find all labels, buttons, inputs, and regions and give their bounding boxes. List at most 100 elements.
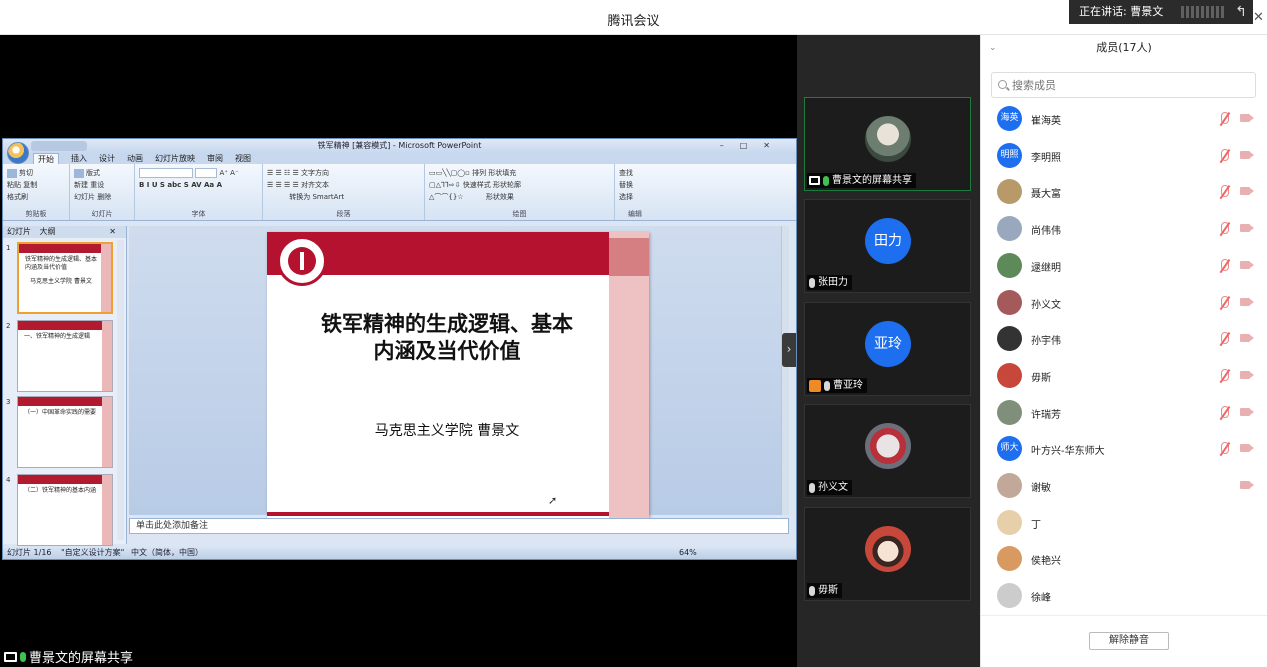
member-row[interactable]: 徐峰: [981, 578, 1267, 615]
search-input[interactable]: [991, 72, 1256, 98]
font-size-combo[interactable]: [195, 168, 218, 178]
mic-muted-icon[interactable]: [1221, 332, 1229, 345]
unmute-all-button[interactable]: 解除静音: [1089, 632, 1169, 650]
member-row[interactable]: 海英 崔海英: [981, 101, 1267, 138]
video-tile[interactable]: 曹景文的屏幕共享: [804, 97, 971, 191]
tab-view[interactable]: 视图: [235, 153, 251, 164]
mic-muted-icon[interactable]: [1221, 442, 1229, 455]
arrange-button[interactable]: 排列: [472, 169, 486, 177]
member-row[interactable]: 孙宇伟: [981, 321, 1267, 358]
reset-button[interactable]: 重设: [90, 181, 104, 189]
shape-effect-button[interactable]: 形状效果: [486, 193, 514, 201]
member-row[interactable]: 孙义文: [981, 285, 1267, 322]
format-painter-button[interactable]: 格式刷: [7, 193, 28, 201]
ppt-window-controls[interactable]: –□✕: [720, 139, 786, 153]
camera-off-icon[interactable]: [1240, 150, 1254, 159]
tab-home[interactable]: 开始: [33, 153, 59, 164]
mic-muted-icon[interactable]: [1221, 112, 1229, 124]
cut-button[interactable]: 剪切: [19, 169, 33, 177]
smartart-button[interactable]: 转换为 SmartArt: [289, 193, 344, 201]
camera-off-icon[interactable]: [1240, 224, 1254, 233]
mic-icon: [20, 651, 26, 662]
mic-muted-icon[interactable]: [1221, 405, 1229, 418]
camera-off-icon[interactable]: [1240, 260, 1254, 269]
member-row[interactable]: 侯艳兴: [981, 541, 1267, 578]
close-icon[interactable]: ✕: [109, 226, 116, 238]
camera-off-icon[interactable]: [1240, 370, 1254, 379]
mic-muted-icon[interactable]: [1221, 295, 1229, 308]
align-text-button[interactable]: 对齐文本: [301, 181, 329, 189]
camera-off-icon[interactable]: [1240, 297, 1254, 306]
new-slide-button-2[interactable]: 幻灯片: [74, 193, 95, 201]
tab-slideshow[interactable]: 幻灯片放映: [155, 153, 195, 164]
new-slide-icon[interactable]: [74, 168, 84, 178]
tab-outline[interactable]: 大纲: [40, 227, 56, 236]
member-name: 徐峰: [1031, 593, 1051, 605]
camera-off-icon[interactable]: [1240, 187, 1254, 196]
tab-animation[interactable]: 动画: [127, 153, 143, 164]
font-name-combo[interactable]: [139, 168, 193, 178]
mic-muted-icon[interactable]: [1221, 258, 1229, 271]
thumbnail-scrollbar[interactable]: [117, 240, 124, 540]
slide-thumbnail[interactable]: 一、铁军精神的生成逻辑: [17, 320, 113, 392]
tab-review[interactable]: 审阅: [207, 153, 223, 164]
video-tile[interactable]: 毋斯: [804, 507, 971, 601]
chevron-right-icon[interactable]: ›: [782, 333, 796, 367]
video-tile[interactable]: 田力 张田力: [804, 199, 971, 293]
mic-muted-icon[interactable]: [1221, 148, 1229, 161]
mic-muted-icon[interactable]: [1221, 368, 1229, 381]
paste-icon[interactable]: [7, 168, 17, 178]
close-icon[interactable]: ✕: [1253, 10, 1264, 25]
text-direction-button[interactable]: 文字方向: [301, 169, 329, 177]
camera-off-icon[interactable]: [1240, 114, 1254, 122]
tile-name: 毋斯: [807, 583, 842, 598]
ppt-title: 铁军精神 [兼容模式] - Microsoft PowerPoint: [317, 141, 482, 150]
office-button-icon[interactable]: [7, 142, 29, 164]
replace-button[interactable]: 替换: [619, 181, 633, 189]
shape-fill-button[interactable]: 形状填充: [488, 169, 516, 177]
member-row[interactable]: 明照 李明照: [981, 138, 1267, 175]
powerpoint-window[interactable]: 铁军精神 [兼容模式] - Microsoft PowerPoint –□✕ 开…: [2, 138, 797, 560]
notes-field[interactable]: 单击此处添加备注: [129, 518, 789, 534]
video-tile[interactable]: 亚玲 曹亚玲: [804, 302, 971, 396]
quick-styles-button[interactable]: 快速样式: [463, 181, 491, 189]
member-row[interactable]: 许瑞芳: [981, 395, 1267, 432]
current-slide[interactable]: 铁军精神的生成逻辑、基本 内涵及当代价值 马克思主义学院 曹景文 ➚: [267, 232, 649, 519]
camera-off-icon[interactable]: [1240, 444, 1254, 453]
ppt-body: 幻灯片 大纲 ✕ 1 铁军精神的生成逻辑、基本内涵及当代价值 马克思主义学院 曹…: [3, 222, 796, 548]
member-row[interactable]: 丁: [981, 505, 1267, 542]
video-tile[interactable]: 孙义文: [804, 404, 971, 498]
member-row[interactable]: 谢敏: [981, 468, 1267, 505]
camera-off-icon[interactable]: [1240, 407, 1254, 416]
new-slide-button[interactable]: 新建: [74, 181, 88, 189]
mic-muted-icon[interactable]: [1221, 222, 1229, 235]
tab-insert[interactable]: 插入: [71, 153, 87, 164]
copy-button[interactable]: 复制: [23, 181, 37, 189]
quick-access-toolbar[interactable]: [31, 141, 87, 151]
screen-share-icon: [809, 176, 820, 185]
back-arrow-icon[interactable]: ↰: [1235, 0, 1247, 24]
paste-button[interactable]: 粘贴: [7, 181, 21, 189]
camera-off-icon[interactable]: [1240, 334, 1254, 343]
slide-thumbnail[interactable]: （二）铁军精神的基本内涵: [17, 474, 113, 546]
select-button[interactable]: 选择: [619, 193, 633, 201]
delete-button[interactable]: 删除: [97, 193, 111, 201]
slide-thumbnail[interactable]: 铁军精神的生成逻辑、基本内涵及当代价值 马克思主义学院 曹景文: [17, 242, 113, 314]
member-row[interactable]: 尚伟伟: [981, 211, 1267, 248]
chevron-down-icon[interactable]: ⌄: [989, 35, 997, 61]
find-button[interactable]: 查找: [619, 169, 633, 177]
slide-scrollbar[interactable]: [781, 226, 789, 515]
member-row[interactable]: 逯继明: [981, 248, 1267, 285]
member-row[interactable]: 毋斯: [981, 358, 1267, 395]
shape-outline-button[interactable]: 形状轮廓: [493, 181, 521, 189]
slide-thumbnail[interactable]: （一）中国革命实践的需要: [17, 396, 113, 468]
zoom-level[interactable]: 64%: [679, 546, 697, 559]
member-row[interactable]: 聂大富: [981, 174, 1267, 211]
tab-design[interactable]: 设计: [99, 153, 115, 164]
member-row[interactable]: 师大 叶方兴-华东师大: [981, 431, 1267, 468]
mic-muted-icon[interactable]: [1221, 185, 1229, 198]
group-paragraph: ☰ ☰ ☷ ☰ 文字方向 ☰ ☰ ☰ ☰ 对齐文本 转换为 SmartArt 段…: [263, 164, 425, 220]
tab-slides[interactable]: 幻灯片: [7, 227, 31, 236]
layout-button[interactable]: 版式: [86, 169, 100, 177]
camera-off-icon[interactable]: [1240, 481, 1254, 489]
